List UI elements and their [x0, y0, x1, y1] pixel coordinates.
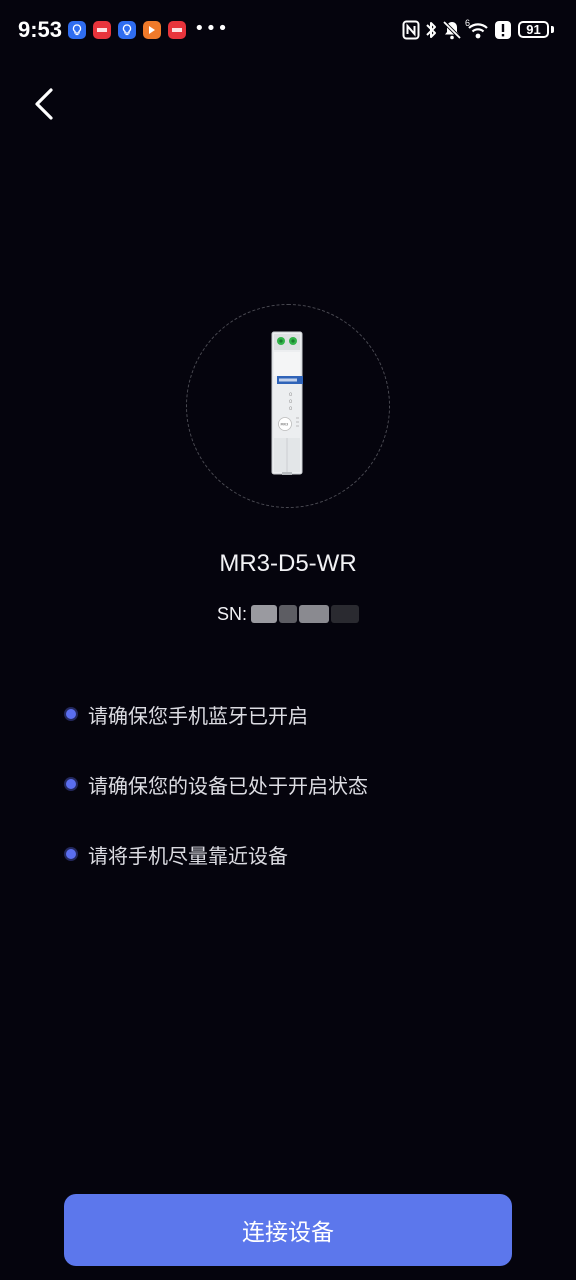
sale-app-icon-2 [168, 21, 186, 39]
wifi-icon: 6 [465, 18, 491, 44]
svg-text:O: O [289, 399, 292, 404]
bulb-app-icon-2 [118, 21, 136, 39]
device-connect-screen: 9:53 ••• 6 91 O O O MR3 MR3-D5-WR SN: 请确… [0, 0, 576, 1280]
serial-number-redacted [279, 605, 298, 623]
battery-indicator: 91 [518, 21, 549, 38]
sale-app-icon [93, 21, 111, 39]
svg-text:O: O [289, 392, 292, 397]
serial-number-redacted [331, 605, 360, 623]
more-notifications-icon: ••• [194, 18, 229, 39]
status-time: 9:53 [18, 17, 63, 42]
serial-number-redacted [251, 605, 278, 623]
bullet-dot-icon [66, 709, 76, 719]
connection-tips-list: 请确保您手机蓝牙已开启 请确保您的设备已处于开启状态 请将手机尽量靠近设备 [64, 696, 368, 906]
battery-tip [551, 26, 554, 33]
nfc-icon [402, 20, 420, 44]
back-button[interactable] [22, 82, 66, 126]
status-bar: 9:53 ••• 6 91 [0, 0, 576, 62]
chevron-left-icon [35, 88, 53, 120]
bullet-dot-icon [66, 849, 76, 859]
mute-bell-icon [442, 20, 462, 44]
tip-text: 请确保您的设备已处于开启状态 [88, 773, 368, 798]
bullet-dot-icon [66, 779, 76, 789]
device-image: O O O MR3 [268, 330, 308, 478]
list-item: 请将手机尽量靠近设备 [64, 836, 368, 872]
list-item: 请确保您手机蓝牙已开启 [64, 696, 368, 732]
bluetooth-icon [424, 20, 438, 44]
svg-text:MR3: MR3 [281, 423, 289, 427]
device-model-name: MR3-D5-WR [219, 550, 357, 577]
serial-number-label: SN: [217, 603, 248, 624]
serial-number-redacted [299, 605, 330, 623]
serial-number-row: SN: [217, 602, 360, 626]
list-item: 请确保您的设备已处于开启状态 [64, 766, 368, 802]
tip-text: 请确保您手机蓝牙已开启 [88, 703, 308, 728]
connect-device-button[interactable]: 连接设备 [64, 1194, 512, 1266]
svg-text:O: O [289, 406, 292, 411]
tip-text: 请将手机尽量靠近设备 [88, 843, 288, 868]
play-app-icon [143, 21, 161, 39]
bulb-app-icon [68, 21, 86, 39]
alert-icon [494, 20, 512, 44]
